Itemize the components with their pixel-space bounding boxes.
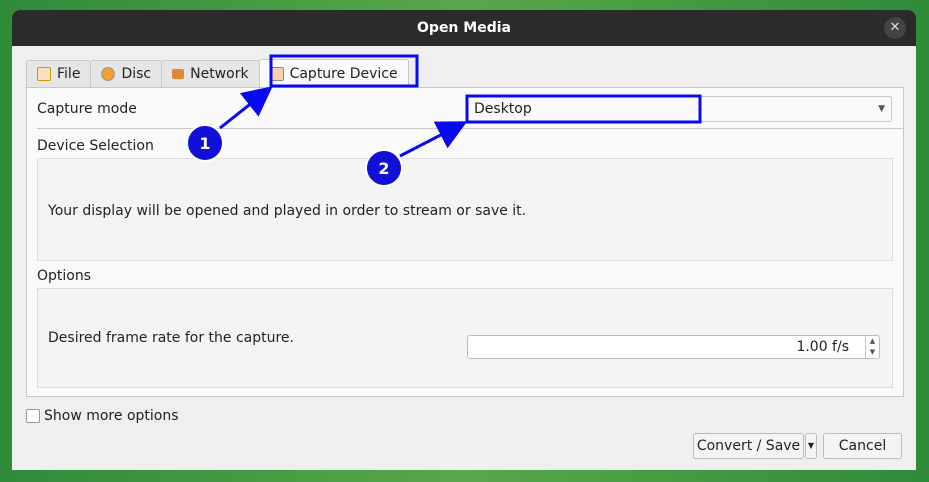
annotation-overlay: 1 2 <box>186 54 702 187</box>
marker-2-label: 2 <box>378 159 389 178</box>
arrow-2 <box>399 121 468 158</box>
arrow-1 <box>219 86 273 130</box>
highlight-capture-mode <box>465 94 702 124</box>
highlight-capture-tab <box>269 54 419 88</box>
marker-1-label: 1 <box>199 134 210 153</box>
